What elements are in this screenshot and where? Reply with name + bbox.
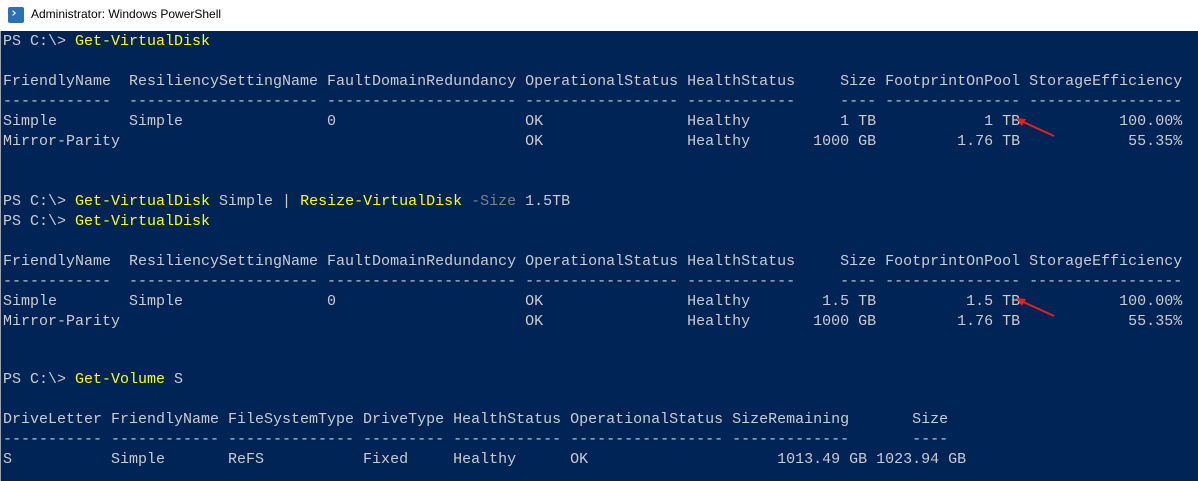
prompt: PS C:\> (3, 371, 76, 388)
command: Get-VirtualDisk (75, 33, 211, 50)
console-output[interactable]: PS C:\> Get-VirtualDisk FriendlyName Res… (0, 31, 1198, 481)
prompt: PS C:\> (3, 193, 76, 210)
table-row: Mirror-Parity OK Healthy 1000 GB 1.76 TB… (3, 133, 1183, 150)
annotation-arrow-icon (1016, 298, 1055, 317)
prompt-line: PS C:\> Get-VirtualDisk (3, 32, 210, 52)
argument: 1.5TB (516, 193, 571, 210)
argument: Simple | (210, 193, 301, 210)
table-divider: ------------ --------------------- -----… (3, 93, 1183, 110)
table-row: S Simple ReFS Fixed Healthy OK 1013.49 G… (3, 451, 967, 468)
title-bar[interactable]: › Administrator: Windows PowerShell (0, 0, 1198, 31)
table-header: DriveLetter FriendlyName FileSystemType … (3, 411, 949, 428)
argument: S (165, 371, 184, 388)
prompt: PS C:\> (3, 33, 76, 50)
parameter: -Size (471, 193, 517, 210)
table-row: Simple Simple 0 OK Healthy 1 TB 1 TB 100… (3, 113, 1183, 130)
prompt-line: PS C:\> Get-Volume S (3, 370, 183, 390)
table-row: Simple Simple 0 OK Healthy 1.5 TB 1.5 TB… (3, 293, 1183, 310)
annotation-arrow-icon (1016, 118, 1055, 137)
table-divider: ----------- ------------ -------------- … (3, 431, 949, 448)
table-header: FriendlyName ResiliencySettingName Fault… (3, 73, 1183, 90)
command: Get-VirtualDisk (75, 213, 211, 230)
table-divider: ------------ --------------------- -----… (3, 273, 1183, 290)
powershell-icon[interactable]: › (8, 6, 24, 23)
table-header: FriendlyName ResiliencySettingName Fault… (3, 253, 1183, 270)
command: Resize-VirtualDisk (300, 193, 463, 210)
prompt: PS C:\> (3, 213, 76, 230)
command: Get-Volume (75, 371, 166, 388)
command: Get-VirtualDisk (75, 193, 211, 210)
window-title: Administrator: Windows PowerShell (31, 7, 222, 21)
prompt-line: PS C:\> Get-VirtualDisk (3, 212, 210, 232)
prompt-line: PS C:\> Get-VirtualDisk Simple | Resize-… (3, 192, 570, 212)
table-row: Mirror-Parity OK Healthy 1000 GB 1.76 TB… (3, 313, 1183, 330)
